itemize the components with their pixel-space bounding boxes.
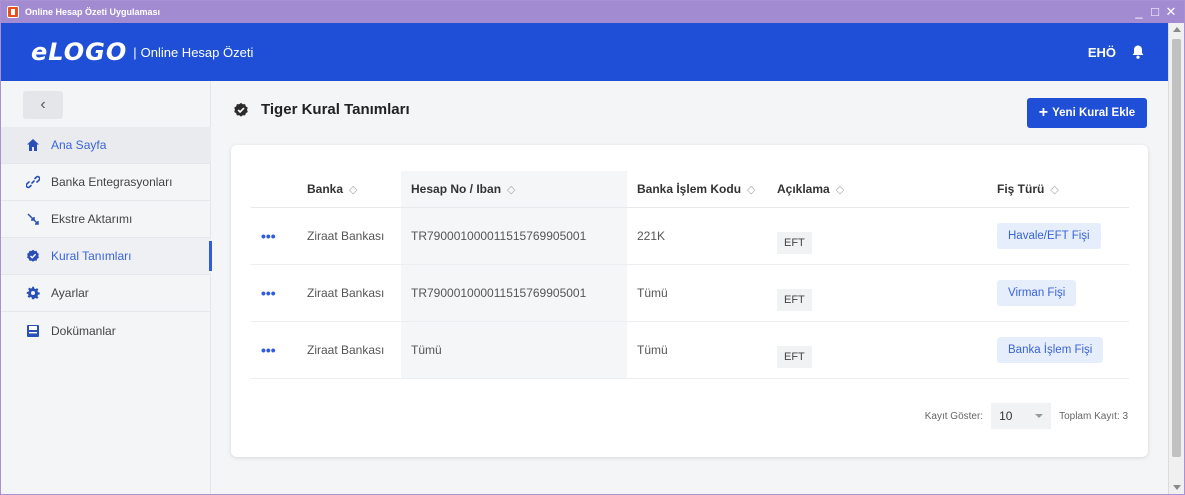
cell-iban: Tümü — [401, 321, 627, 379]
pagination: Kayıt Göster: 10 Toplam Kayıt: 3 — [925, 403, 1128, 429]
column-label: Fiş Türü — [997, 181, 1045, 196]
cell-banka: Ziraat Bankası — [297, 207, 401, 265]
app-icon — [7, 6, 19, 18]
fis-turu-badge[interactable]: Havale/EFT Fişi — [997, 222, 1101, 249]
cell-banka: Ziraat Bankası — [297, 321, 401, 379]
badge-check-icon — [234, 102, 248, 117]
sort-icon[interactable]: ◇ — [1050, 184, 1058, 196]
page-title: Tiger Kural Tanımları — [261, 101, 410, 118]
sidebar-item-label: Dokümanlar — [51, 323, 116, 338]
sort-icon[interactable]: ◇ — [747, 184, 755, 196]
row-actions-icon[interactable]: ••• — [261, 342, 276, 358]
page-size-value: 10 — [999, 409, 1013, 423]
maximize-button[interactable]: □ — [1148, 4, 1162, 20]
table-row[interactable]: ••• Ziraat Bankası TR7900010000115157699… — [251, 207, 1129, 265]
logo-wordmark: eLOGO — [31, 38, 128, 66]
add-rule-button[interactable]: + Yeni Kural Ekle — [1027, 98, 1147, 128]
brand-logo[interactable]: eLOGO | Online Hesap Özeti — [31, 38, 253, 66]
column-header-iban[interactable]: Hesap No / Iban ◇ — [401, 171, 627, 208]
sidebar-item-ana-sayfa[interactable]: Ana Sayfa — [1, 127, 211, 164]
sidebar-item-label: Kural Tanımları — [51, 249, 132, 263]
aciklama-tag: EFT — [777, 231, 812, 254]
cell-islem-kodu: Tümü — [627, 264, 767, 322]
sidebar-item-ekstre-aktarimi[interactable]: Ekstre Aktarımı — [1, 201, 211, 238]
home-icon — [25, 137, 41, 153]
chevron-down-icon — [1035, 414, 1044, 418]
cell-banka: Ziraat Bankası — [297, 264, 401, 322]
sidebar-item-ayarlar[interactable]: Ayarlar — [1, 275, 211, 312]
column-header-fis-turu[interactable]: Fiş Türü ◇ — [987, 171, 1129, 208]
sidebar-item-label: Ayarlar — [51, 286, 89, 300]
vertical-scrollbar[interactable] — [1168, 23, 1184, 494]
plus-icon: + — [1038, 104, 1049, 121]
cell-islem-kodu: 221K — [627, 207, 767, 265]
rules-table: Banka ◇ Hesap No / Iban ◇ Banka İşlem Kodu… — [251, 171, 1129, 379]
window-title: Online Hesap Özeti Uygulaması — [25, 7, 161, 17]
sidebar-item-label: Ana Sayfa — [51, 138, 107, 152]
aciklama-tag: EFT — [777, 345, 812, 368]
row-actions-icon[interactable]: ••• — [261, 285, 276, 301]
badge-check-icon — [25, 248, 41, 264]
sidebar-item-banka-entegrasyonlari[interactable]: Banka Entegrasyonları — [1, 164, 211, 201]
table-header-row: Banka ◇ Hesap No / Iban ◇ Banka İşlem Kodu… — [251, 171, 1129, 208]
column-header-islem-kodu[interactable]: Banka İşlem Kodu ◇ — [627, 171, 767, 208]
document-icon — [25, 323, 41, 339]
column-header-aciklama[interactable]: Açıklama ◇ — [767, 171, 987, 208]
total-records: Toplam Kayıt: 3 — [1059, 410, 1128, 422]
sort-icon[interactable]: ◇ — [349, 184, 357, 196]
logo-separator: | — [133, 44, 137, 60]
sidebar-collapse-button[interactable]: ‹ — [23, 91, 63, 119]
window-titlebar[interactable]: Online Hesap Özeti Uygulaması _ □ ✕ — [1, 1, 1184, 23]
page-size-label: Kayıt Göster: — [924, 410, 984, 422]
row-actions-icon[interactable]: ••• — [261, 228, 276, 244]
actions-column-header — [251, 171, 297, 208]
bell-icon[interactable] — [1130, 44, 1146, 60]
app-subtitle: Online Hesap Özeti — [140, 44, 254, 60]
rules-card: Banka ◇ Hesap No / Iban ◇ Banka İşlem Kodu… — [231, 145, 1148, 457]
chevron-left-icon: ‹ — [40, 96, 46, 113]
sidebar-item-label: Banka Entegrasyonları — [51, 175, 173, 189]
fis-turu-badge[interactable]: Virman Fişi — [997, 279, 1077, 306]
transfer-icon — [25, 211, 41, 227]
user-initials[interactable]: EHÖ — [1088, 45, 1116, 60]
scroll-thumb[interactable] — [1172, 39, 1181, 457]
scroll-down-arrow-icon[interactable] — [1173, 485, 1181, 490]
app-window: Online Hesap Özeti Uygulaması _ □ ✕ eLOG… — [0, 0, 1185, 495]
sidebar-nav: Ana Sayfa Banka Entegrasyonları Ekstre A… — [1, 127, 212, 349]
sidebar-item-kural-tanimlari[interactable]: Kural Tanımları — [1, 238, 212, 275]
fis-turu-badge[interactable]: Banka İşlem Fişi — [997, 336, 1104, 363]
sidebar-item-label: Ekstre Aktarımı — [51, 212, 133, 226]
scroll-up-arrow-icon[interactable] — [1173, 27, 1181, 32]
sort-icon[interactable]: ◇ — [507, 184, 515, 196]
column-label: Banka İşlem Kodu — [637, 181, 742, 196]
window-controls: _ □ ✕ — [1132, 4, 1178, 20]
sidebar: ‹ Ana Sayfa Banka Entegrasyonları Ekstre… — [1, 81, 212, 494]
page-size-select[interactable]: 10 — [991, 403, 1052, 429]
link-icon — [25, 174, 41, 190]
table-row[interactable]: ••• Ziraat Bankası Tümü Tümü EFT Banka İ… — [251, 321, 1129, 379]
sidebar-item-dokumanlar[interactable]: Dokümanlar — [1, 312, 211, 349]
table-row[interactable]: ••• Ziraat Bankası TR7900010000115157699… — [251, 264, 1129, 322]
close-button[interactable]: ✕ — [1164, 4, 1178, 20]
aciklama-tag: EFT — [777, 288, 812, 311]
minimize-button[interactable]: _ — [1132, 4, 1146, 20]
cell-iban: TR790001000011515769905001 — [401, 264, 627, 322]
cell-islem-kodu: Tümü — [627, 321, 767, 379]
column-label: Açıklama — [777, 181, 830, 196]
column-header-banka[interactable]: Banka ◇ — [297, 171, 401, 208]
column-label: Banka — [307, 181, 344, 196]
page-header: Tiger Kural Tanımları — [233, 101, 410, 118]
cell-iban: TR790001000011515769905001 — [401, 207, 627, 265]
sort-icon[interactable]: ◇ — [836, 184, 844, 196]
gear-icon — [25, 285, 41, 301]
app-header: eLOGO | Online Hesap Özeti EHÖ — [1, 23, 1168, 81]
add-rule-label: Yeni Kural Ekle — [1052, 107, 1136, 119]
column-label: Hesap No / Iban — [411, 181, 502, 196]
